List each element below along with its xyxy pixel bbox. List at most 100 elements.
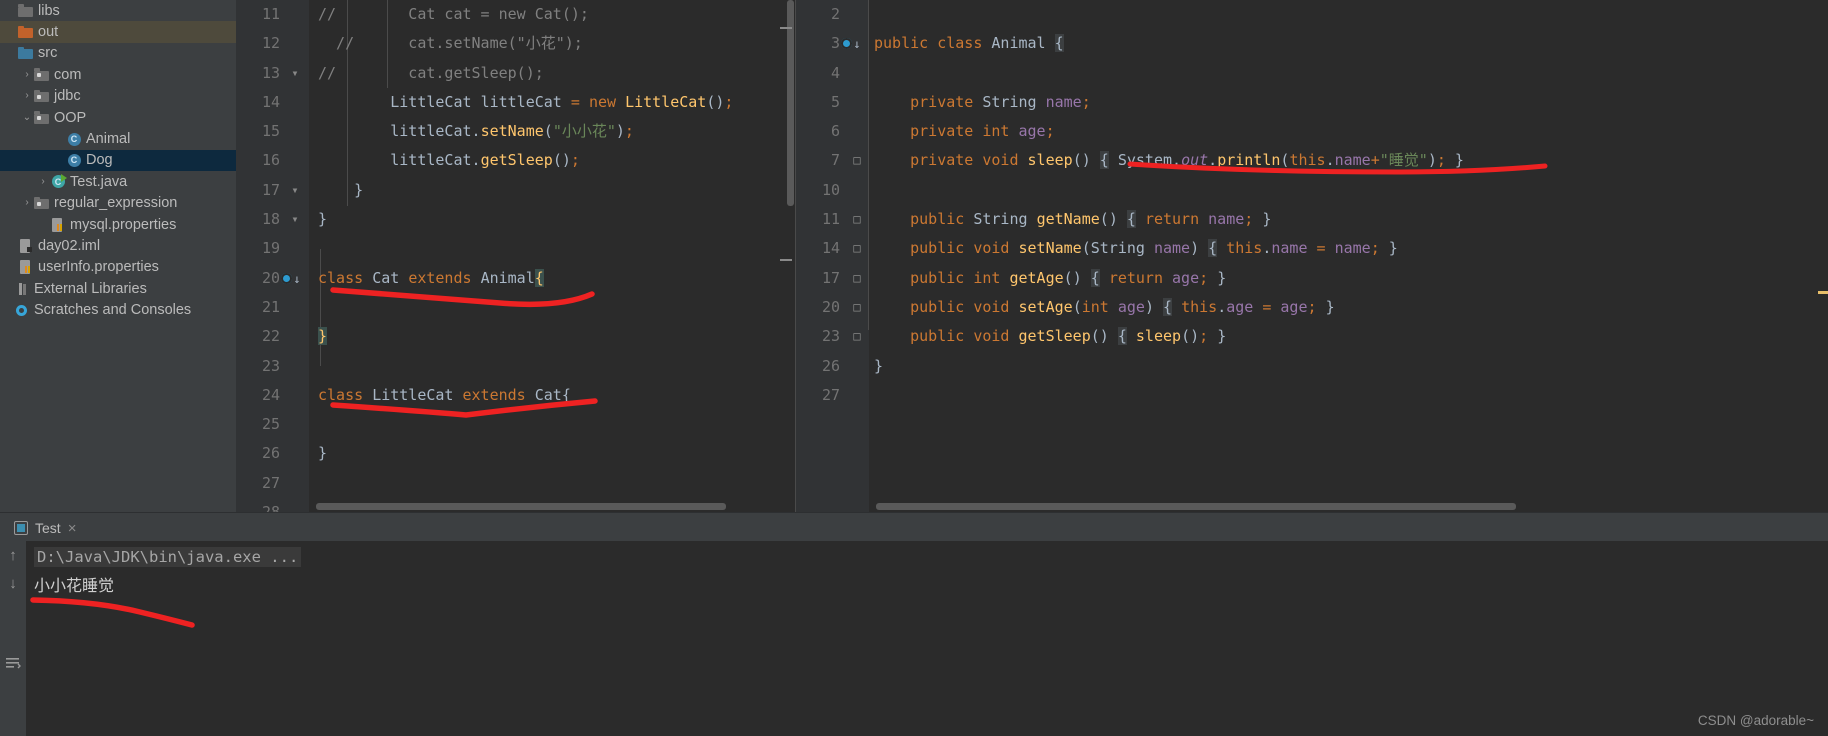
- chevron-down-icon[interactable]: ⌄: [20, 112, 34, 123]
- fold-region-marker[interactable]: [780, 27, 792, 29]
- code-line[interactable]: 7 □ private void sleep() { System.out.pri…: [796, 146, 1828, 175]
- fold-expand-icon[interactable]: □: [850, 234, 864, 263]
- fold-collapse-icon[interactable]: ▾: [288, 205, 302, 234]
- fold-expand-icon[interactable]: □: [850, 264, 864, 293]
- soft-wrap-icon[interactable]: [0, 649, 26, 677]
- code-line[interactable]: 23: [236, 352, 796, 381]
- line-number: 7: [830, 151, 840, 170]
- editor-pane-animal-java[interactable]: 2 3 ↓ public class Animal {4 5 private Strin…: [796, 0, 1828, 512]
- tree-item-src[interactable]: › src: [0, 43, 236, 64]
- tree-item-label: jdbc: [54, 88, 81, 105]
- run-tab-bar[interactable]: Test ×: [0, 513, 1828, 543]
- code-line[interactable]: 19: [236, 234, 796, 263]
- java-class-icon: [66, 131, 82, 147]
- tree-item-com[interactable]: › com: [0, 64, 236, 85]
- right-editor-hscrollbar[interactable]: [876, 503, 1516, 510]
- tree-item-userinfo-properties[interactable]: › userInfo.properties: [0, 257, 236, 278]
- code-text: littleCat.getSleep();: [390, 151, 580, 170]
- code-line[interactable]: 22}: [236, 322, 796, 351]
- left-editor-vscrollbar[interactable]: [787, 0, 794, 206]
- line-number: 18: [261, 210, 280, 229]
- code-line[interactable]: 17 □ public int getAge() { return age; }: [796, 264, 1828, 293]
- fold-expand-icon[interactable]: □: [850, 293, 864, 322]
- tree-item-animal[interactable]: › Animal: [0, 128, 236, 149]
- chevron-right-icon: ›: [4, 241, 18, 251]
- code-line[interactable]: 27: [796, 381, 1828, 410]
- run-gutter-icon[interactable]: ↓: [840, 29, 862, 58]
- console-output[interactable]: D:\Java\JDK\bin\java.exe ... 小小花睡觉: [26, 541, 1828, 736]
- left-editor-hscrollbar[interactable]: [316, 503, 726, 510]
- line-number: 6: [830, 122, 840, 141]
- code-line[interactable]: 14 LittleCat littleCat = new LittleCat()…: [236, 88, 796, 117]
- run-tool-window[interactable]: Test × ↑ ↓ D:\Java\JDK\bin\java.exe ... …: [0, 512, 1828, 736]
- run-gutter-icon[interactable]: ↓: [280, 264, 302, 293]
- tree-item-jdbc[interactable]: › jdbc: [0, 86, 236, 107]
- tree-item-mysql-properties[interactable]: › mysql.properties: [0, 214, 236, 235]
- code-line[interactable]: 11 // Cat cat = new Cat();: [236, 0, 796, 29]
- fold-region-marker[interactable]: [780, 259, 792, 261]
- fold-collapse-icon[interactable]: ▾: [288, 176, 302, 205]
- code-line[interactable]: 17 ▾ }: [236, 176, 796, 205]
- code-line[interactable]: 16 littleCat.getSleep();: [236, 146, 796, 175]
- fold-expand-icon[interactable]: □: [850, 205, 864, 234]
- chevron-right-icon: ›: [0, 305, 14, 315]
- project-tree[interactable]: › libs › out › src › com › jdbc ⌄ OOP › Animal › Dog › Te…: [0, 0, 236, 512]
- line-number: 14: [821, 239, 840, 258]
- code-line[interactable]: 10: [796, 176, 1828, 205]
- code-line[interactable]: 24 class LittleCat extends Cat{: [236, 381, 796, 410]
- editor-pane-test-java[interactable]: 11 // Cat cat = new Cat(); 12 // cat.setNa…: [236, 0, 796, 512]
- tree-item-regular-expression[interactable]: › regular_expression: [0, 193, 236, 214]
- code-line[interactable]: 14 □ public void setName(String name) { t…: [796, 234, 1828, 263]
- csdn-watermark: CSDN @adorable~: [1697, 713, 1814, 728]
- code-line[interactable]: 18 ▾}: [236, 205, 796, 234]
- code-line[interactable]: 15 littleCat.setName("小小花");: [236, 117, 796, 146]
- code-line[interactable]: 21: [236, 293, 796, 322]
- scroll-down-icon[interactable]: ↓: [0, 569, 26, 597]
- code-line[interactable]: 20 ↓ class Cat extends Animal{: [236, 264, 796, 293]
- code-line[interactable]: 4: [796, 59, 1828, 88]
- tree-item-out[interactable]: › out: [0, 21, 236, 43]
- code-line[interactable]: 20 □ public void setAge(int age) { this.a…: [796, 293, 1828, 322]
- line-number: 19: [261, 239, 280, 258]
- chevron-right-icon[interactable]: ›: [36, 176, 50, 187]
- code-line[interactable]: 5 private String name;: [796, 88, 1828, 117]
- code-line[interactable]: 25: [236, 410, 796, 439]
- close-icon[interactable]: ×: [68, 521, 77, 536]
- code-text: // Cat cat = new Cat();: [318, 5, 589, 23]
- code-line[interactable]: 27: [236, 469, 796, 498]
- tree-item-test-java[interactable]: › Test.java: [0, 171, 236, 192]
- console-toolbar[interactable]: ↑ ↓: [0, 541, 26, 736]
- tree-item-label: Test.java: [70, 173, 128, 190]
- code-line[interactable]: 12 // cat.setName("小花");: [236, 29, 796, 58]
- line-number: 21: [261, 297, 280, 316]
- code-line[interactable]: 2: [796, 0, 1828, 29]
- chevron-right-icon: ›: [4, 6, 18, 16]
- code-line[interactable]: 13 ▾ // cat.getSleep();: [236, 59, 796, 88]
- run-tab-test[interactable]: Test ×: [8, 515, 83, 543]
- fold-expand-icon[interactable]: □: [850, 146, 864, 175]
- scroll-up-icon[interactable]: ↑: [0, 541, 26, 569]
- tree-item-dog[interactable]: › Dog: [0, 149, 236, 172]
- chevron-right-icon[interactable]: ›: [20, 69, 34, 80]
- properties-icon: [18, 259, 34, 275]
- line-number: 11: [261, 5, 280, 23]
- code-line[interactable]: 26}: [236, 439, 796, 468]
- chevron-right-icon: ›: [0, 284, 14, 294]
- code-line[interactable]: 6 private int age;: [796, 117, 1828, 146]
- chevron-right-icon[interactable]: ›: [20, 91, 34, 101]
- fold-expand-icon[interactable]: □: [850, 322, 864, 351]
- tree-item-oop[interactable]: ⌄ OOP: [0, 107, 236, 128]
- chevron-right-icon[interactable]: ›: [20, 198, 34, 208]
- tree-item-day02-iml[interactable]: › day02.iml: [0, 235, 236, 256]
- folder-orange-icon: [18, 24, 34, 40]
- code-line[interactable]: 26}: [796, 352, 1828, 381]
- code-line[interactable]: 23 □ public void getSleep() { sleep(); }: [796, 322, 1828, 351]
- code-line[interactable]: 11 □ public String getName() { return nam…: [796, 205, 1828, 234]
- library-icon: [14, 281, 30, 297]
- tree-item-external-libraries[interactable]: › External Libraries: [0, 278, 236, 299]
- error-stripe-marker[interactable]: [1818, 291, 1828, 294]
- fold-collapse-icon[interactable]: ▾: [288, 59, 302, 88]
- tree-item-libs[interactable]: › libs: [0, 0, 236, 21]
- code-line[interactable]: 3 ↓ public class Animal {: [796, 29, 1828, 58]
- tree-item-scratches-and-consoles[interactable]: › Scratches and Consoles: [0, 299, 236, 320]
